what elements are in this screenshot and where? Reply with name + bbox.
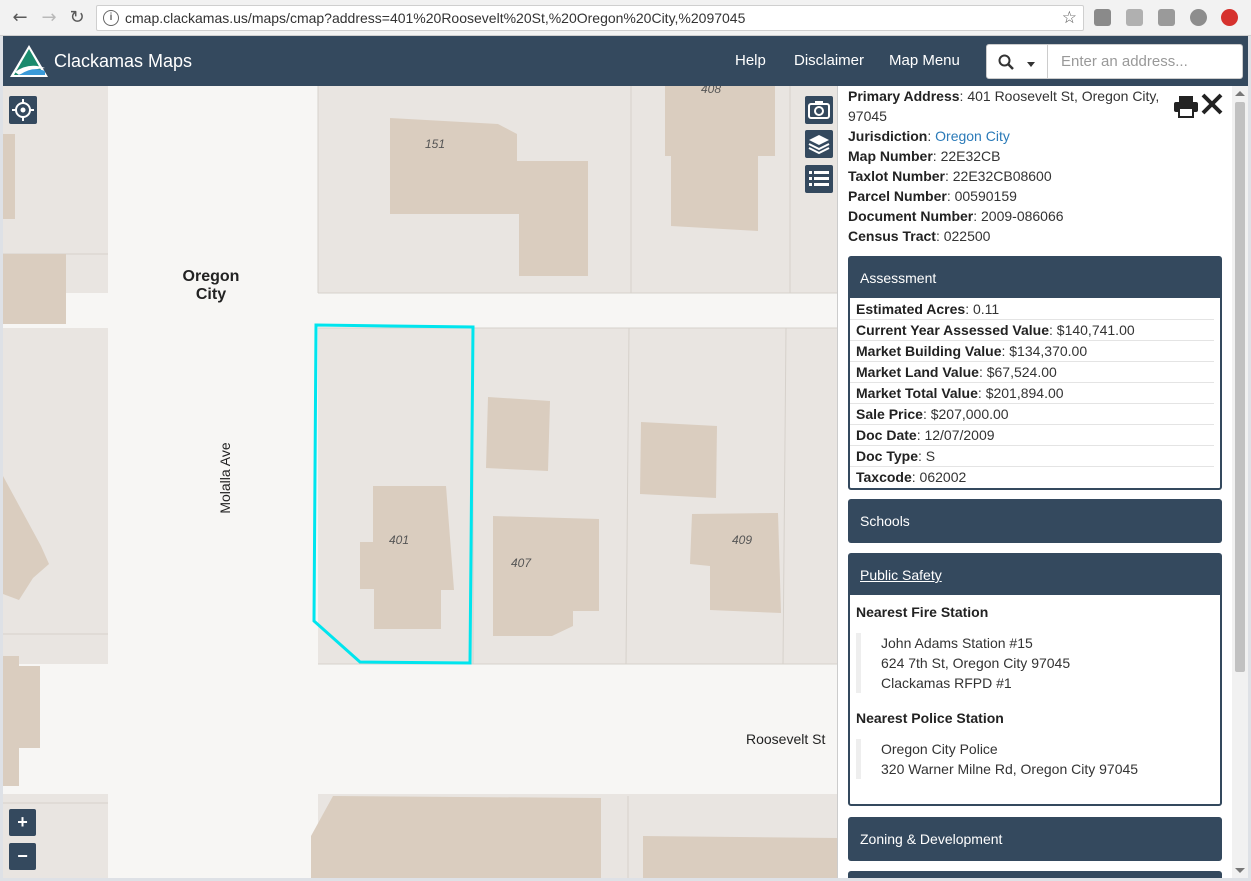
list-icon [809, 171, 829, 186]
building-number: 408 [701, 86, 722, 96]
camera-icon [808, 101, 830, 119]
scroll-up-arrow-icon[interactable] [1235, 91, 1245, 96]
police-station-details: Oregon City Police 320 Warner Milne Rd, … [856, 739, 1214, 779]
disclaimer-link[interactable]: Disclaimer [794, 36, 864, 86]
close-icon[interactable] [1200, 92, 1224, 116]
forward-icon[interactable]: → [37, 6, 61, 30]
extension-1-icon[interactable] [1094, 9, 1111, 26]
fire-station-details: John Adams Station #15 624 7th St, Orego… [856, 633, 1214, 693]
zoom-in-button[interactable]: + [9, 809, 36, 836]
scroll-down-arrow-icon[interactable] [1235, 868, 1245, 873]
assessment-row: Current Year Assessed Value: $140,741.00 [850, 320, 1214, 341]
assessment-row: Estimated Acres: 0.11 [850, 299, 1214, 320]
public-safety-header[interactable]: Public Safety [850, 555, 1220, 595]
document-number-field: Document Number: 2009-086066 [848, 208, 1064, 224]
crosshair-icon [12, 99, 34, 121]
building-number: 151 [425, 137, 446, 151]
help-link[interactable]: Help [735, 36, 766, 86]
search-type-dropdown[interactable] [987, 45, 1048, 78]
assessment-row: Market Building Value: $134,370.00 [850, 341, 1214, 362]
extension-3-icon[interactable] [1158, 9, 1175, 26]
panel-scrollbar[interactable] [1232, 86, 1248, 878]
jurisdiction-field: Jurisdiction: Oregon City [848, 128, 1010, 144]
public-safety-card: Public Safety Nearest Fire Station John … [848, 553, 1222, 806]
zoning-section-header[interactable]: Zoning & Development [848, 817, 1222, 861]
primary-address-zip: 97045 [848, 108, 887, 124]
layers-icon [808, 135, 830, 155]
building-number: 407 [511, 556, 532, 570]
bookmark-star-icon[interactable]: ☆ [1062, 6, 1077, 30]
extension-2-icon[interactable] [1126, 9, 1143, 26]
search-icon [998, 54, 1014, 70]
assessment-row: Taxcode: 062002 [856, 469, 967, 485]
next-section-header[interactable] [848, 871, 1222, 878]
building-number: 401 [389, 533, 410, 547]
parcel-number-field: Parcel Number: 00590159 [848, 188, 1017, 204]
search-box [986, 44, 1243, 79]
address-bar[interactable]: i cmap.clackamas.us/maps/cmap?address=40… [96, 5, 1084, 31]
police-station-heading: Nearest Police Station [856, 710, 1004, 726]
screenshot-button[interactable] [805, 96, 833, 124]
reload-icon[interactable]: ↻ [65, 6, 89, 30]
assessment-row: Market Land Value: $67,524.00 [850, 362, 1214, 383]
address-search-input[interactable] [1049, 45, 1239, 78]
assessment-row: Doc Type: S [850, 446, 1214, 467]
skype-extension-icon[interactable] [1190, 9, 1207, 26]
census-tract-field: Census Tract: 022500 [848, 228, 991, 244]
schools-section-header[interactable]: Schools [848, 499, 1222, 543]
browser-toolbar: ← → ↻ i cmap.clackamas.us/maps/cmap?addr… [0, 0, 1251, 36]
map-number-field: Map Number: 22E32CB [848, 148, 1001, 164]
assessment-header[interactable]: Assessment [850, 258, 1220, 298]
clackamas-logo-icon[interactable] [9, 44, 49, 78]
map-menu-link[interactable]: Map Menu [889, 36, 960, 86]
parcel-info-panel: Primary Address: 401 Roosevelt St, Orego… [837, 86, 1248, 878]
locate-me-button[interactable] [9, 96, 37, 124]
chevron-down-icon [1027, 62, 1035, 67]
assessment-row: Market Total Value: $201,894.00 [850, 383, 1214, 404]
site-info-icon[interactable]: i [103, 10, 119, 26]
zoom-out-button[interactable]: − [9, 843, 36, 870]
assessment-card: Assessment Estimated Acres: 0.11 Current… [848, 256, 1222, 490]
extension-update-icon[interactable] [1221, 9, 1238, 26]
building-number: 409 [732, 533, 753, 547]
jurisdiction-link[interactable]: Oregon City [935, 128, 1010, 144]
fire-station-heading: Nearest Fire Station [856, 604, 989, 620]
print-icon[interactable] [1173, 94, 1199, 118]
app-header: Clackamas Maps Help Disclaimer Map Menu [3, 36, 1248, 86]
taxlot-number-field: Taxlot Number: 22E32CB08600 [848, 168, 1052, 184]
app-title[interactable]: Clackamas Maps [54, 36, 192, 86]
street-label-roosevelt: Roosevelt St [746, 731, 826, 747]
street-label-molalla: Molalla Ave [217, 442, 233, 514]
assessment-row: Doc Date: 12/07/2009 [850, 425, 1214, 446]
assessment-row: Sale Price: $207,000.00 [850, 404, 1214, 425]
primary-address-value: 401 Roosevelt St, Oregon City, [967, 88, 1160, 104]
url-text[interactable]: cmap.clackamas.us/maps/cmap?address=401%… [125, 6, 745, 30]
scroll-thumb[interactable] [1235, 102, 1245, 672]
city-label: Oregon City [182, 268, 240, 303]
legend-button[interactable] [805, 165, 833, 193]
map-basemap [3, 86, 837, 878]
map-canvas[interactable]: Oregon City Molalla Ave Roosevelt St 408… [3, 86, 837, 878]
primary-address: Primary Address: 401 Roosevelt St, Orego… [848, 88, 1160, 104]
layers-button[interactable] [805, 130, 833, 158]
back-icon[interactable]: ← [8, 6, 32, 30]
